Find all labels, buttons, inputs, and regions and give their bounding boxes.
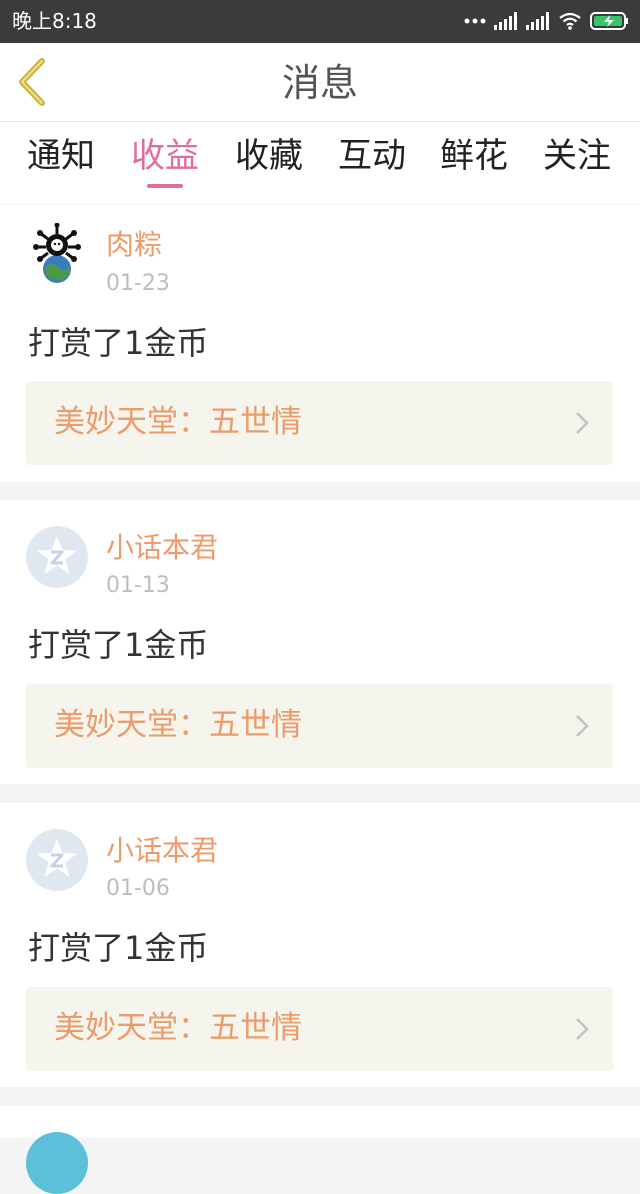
work-title: 美妙天堂：五世情 <box>54 1010 302 1046</box>
active-tab-indicator <box>147 184 183 188</box>
message-card: 肉粽 01-23 打赏了1金币 美妙天堂：五世情 <box>0 205 640 482</box>
tab-bar: 通知 收益 收藏 互动 鲜花 关注 <box>0 122 640 204</box>
work-link[interactable]: 美妙天堂：五世情 <box>26 987 613 1071</box>
more-dots-icon <box>464 18 486 24</box>
page-title: 消息 <box>281 61 358 105</box>
user-avatar-icon <box>26 223 88 285</box>
work-link[interactable]: 美妙天堂：五世情 <box>26 381 613 465</box>
status-time: 晚上8:18 <box>12 9 97 33</box>
tab-favorites[interactable]: 收藏 <box>235 136 303 176</box>
tab-earnings[interactable]: 收益 <box>131 136 199 176</box>
avatar[interactable] <box>26 223 88 285</box>
message-date: 01-06 <box>106 876 170 901</box>
message-text: 打赏了1金币 <box>28 929 209 967</box>
work-link[interactable]: 美妙天堂：五世情 <box>26 684 613 768</box>
username[interactable]: 小话本君 <box>106 835 218 867</box>
app-header: 消息 <box>0 43 640 122</box>
message-card-partial <box>0 1106 640 1194</box>
wifi-icon <box>559 12 581 30</box>
tab-flowers[interactable]: 鲜花 <box>440 136 508 176</box>
status-icons <box>464 10 630 32</box>
work-title: 美妙天堂：五世情 <box>54 707 302 743</box>
battery-charging-icon <box>590 12 628 30</box>
default-avatar-icon <box>26 526 88 588</box>
signal-icon <box>494 12 517 30</box>
tab-following[interactable]: 关注 <box>543 136 611 176</box>
message-date: 01-23 <box>106 271 170 296</box>
status-bar: 晚上8:18 <box>0 0 640 43</box>
message-text: 打赏了1金币 <box>28 324 209 362</box>
default-avatar-icon <box>26 829 88 891</box>
chevron-right-icon <box>576 1018 589 1040</box>
message-card: 小话本君 01-06 打赏了1金币 美妙天堂：五世情 <box>0 803 640 1087</box>
username[interactable]: 小话本君 <box>106 532 218 564</box>
tab-notifications[interactable]: 通知 <box>27 136 95 176</box>
chevron-right-icon <box>576 412 589 434</box>
message-card: 小话本君 01-13 打赏了1金币 美妙天堂：五世情 <box>0 500 640 784</box>
message-date: 01-13 <box>106 573 170 598</box>
username[interactable]: 肉粽 <box>106 229 162 261</box>
message-text: 打赏了1金币 <box>28 626 209 664</box>
avatar[interactable] <box>26 1132 88 1194</box>
signal-icon-2 <box>526 12 549 30</box>
tab-interactions[interactable]: 互动 <box>338 136 406 176</box>
avatar[interactable] <box>26 526 88 588</box>
avatar[interactable] <box>26 829 88 891</box>
chevron-right-icon <box>576 715 589 737</box>
work-title: 美妙天堂：五世情 <box>54 404 302 440</box>
